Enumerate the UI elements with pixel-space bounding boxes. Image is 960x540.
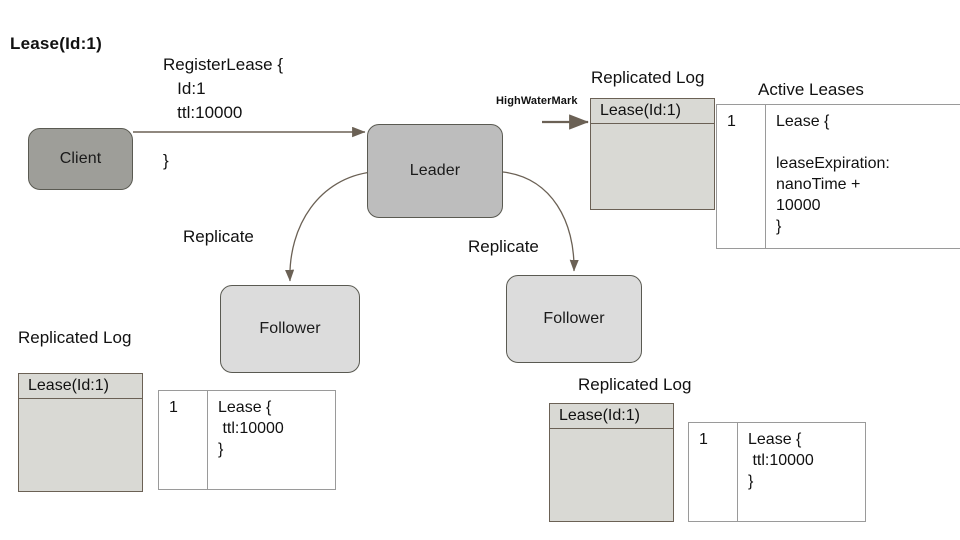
node-follower-right-label: Follower — [543, 310, 605, 327]
edge-label-replicate-right: Replicate — [468, 237, 539, 256]
message-register-lease: RegisterLease { Id:1 ttl:10000 } — [163, 55, 284, 170]
table-row[interactable]: 1 Lease { ttl:10000 } — [688, 422, 866, 522]
node-leader-label: Leader — [409, 162, 461, 179]
follower-right-replicated-log[interactable]: Lease(Id:1) — [549, 403, 674, 522]
leader-replicated-log[interactable]: Lease(Id:1) — [590, 98, 715, 210]
node-follower-left-label: Follower — [259, 320, 321, 337]
node-follower-right[interactable]: Follower — [506, 275, 642, 363]
node-client[interactable]: Client — [28, 128, 133, 190]
node-follower-left[interactable]: Follower — [220, 285, 360, 373]
node-client-label: Client — [59, 150, 102, 167]
follower-left-log-title: Replicated Log — [18, 328, 132, 347]
leader-log-entry: Lease(Id:1) — [591, 99, 714, 124]
label-high-water-mark: HighWaterMark — [496, 95, 578, 107]
follower-right-row-value: Lease { ttl:10000 } — [737, 422, 866, 522]
page-title: Lease(Id:1) — [10, 34, 102, 53]
table-row[interactable]: 1 Lease { leaseExpiration: nanoTime + 10… — [716, 104, 960, 249]
follower-right-state-table[interactable]: 1 Lease { ttl:10000 } — [688, 422, 866, 522]
leader-log-title: Replicated Log — [591, 68, 705, 87]
follower-right-log-entry: Lease(Id:1) — [550, 404, 673, 429]
active-leases-row-value: Lease { leaseExpiration: nanoTime + 1000… — [765, 104, 960, 249]
diagram-canvas: Lease(Id:1) Client Leader Follower Follo… — [0, 0, 960, 540]
edge-label-replicate-left: Replicate — [183, 227, 254, 246]
active-leases-row-index: 1 — [716, 104, 766, 249]
follower-right-log-title: Replicated Log — [578, 375, 692, 394]
follower-left-state-table[interactable]: 1 Lease { ttl:10000 } — [158, 390, 336, 490]
follower-left-replicated-log[interactable]: Lease(Id:1) — [18, 373, 143, 492]
table-row[interactable]: 1 Lease { ttl:10000 } — [158, 390, 336, 490]
follower-left-log-entry: Lease(Id:1) — [19, 374, 142, 399]
active-leases-table[interactable]: 1 Lease { leaseExpiration: nanoTime + 10… — [716, 104, 960, 249]
node-leader[interactable]: Leader — [367, 124, 503, 218]
follower-right-row-index: 1 — [688, 422, 738, 522]
arrow-leader-to-follower-left — [285, 171, 373, 282]
follower-left-row-index: 1 — [158, 390, 208, 490]
follower-left-row-value: Lease { ttl:10000 } — [207, 390, 336, 490]
active-leases-title: Active Leases — [758, 80, 864, 99]
